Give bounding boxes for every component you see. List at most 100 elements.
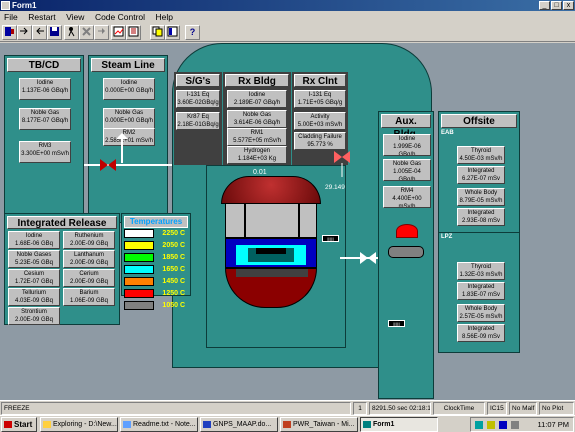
data-icon[interactable] <box>126 25 141 40</box>
back-icon[interactable] <box>32 25 47 40</box>
status-bar: FREEZE 1 8291.50 sec 02:18:11 ClockTime … <box>0 400 575 415</box>
temp-row: 1450 C <box>124 277 188 288</box>
aux-rm4-box: RM4 4.400E+00 mSv/h <box>383 186 431 208</box>
run-icon[interactable] <box>64 25 79 40</box>
close-button[interactable]: x <box>563 1 574 10</box>
temp-row: 1250 C <box>124 289 188 300</box>
notepad-icon <box>123 421 131 428</box>
aux-iodine-box: Iodine 1.999E-06 GBq/h <box>383 134 431 156</box>
temps-title: Temperatures <box>124 216 188 228</box>
app-icon[interactable] <box>1 1 10 10</box>
menu-bar: File Restart View Code Control Help <box>0 11 575 23</box>
offsite-panel: Offsite EAB Thyroid 4.50E-03 mSv/h Integr… <box>438 111 520 353</box>
release-iodine: Iodine 1.68E-06 GBq <box>8 231 60 249</box>
tbcd-noble-box: Noble Gas 8.177E-07 GBq/h <box>19 108 71 130</box>
status-clock: ClockTime <box>433 402 485 415</box>
lpz-label: LPZ <box>441 234 453 240</box>
alarm-light-icon <box>396 224 418 238</box>
steam-iodine-box: Iodine 0.000E+00 GBq/h <box>103 78 155 100</box>
folder-icon <box>43 421 51 428</box>
menu-file[interactable]: File <box>0 11 22 23</box>
task-readme[interactable]: Readme.txt - Note... <box>120 417 198 432</box>
steam-valve-icon[interactable] <box>100 159 116 171</box>
step-icon[interactable] <box>94 25 109 40</box>
aux-tank <box>388 246 424 258</box>
rx-clnt-title: Rx Clnt <box>294 74 346 87</box>
rx-bldg-panel: Rx Bldg Iodine 2.189E-07 GBq/h Noble Gas 3… <box>223 72 291 165</box>
offsite-title: Offsite <box>441 114 517 128</box>
status-state: FREEZE <box>1 402 351 415</box>
status-time: 8291.50 sec 02:18:11 <box>369 402 431 415</box>
reactor-upper-internals <box>225 203 317 239</box>
powerpoint-icon <box>283 421 291 428</box>
menu-code-control[interactable]: Code Control <box>91 11 149 23</box>
menu-help[interactable]: Help <box>152 11 177 23</box>
copy-icon[interactable] <box>150 25 165 40</box>
aux-title: Aux. Bldg. <box>381 114 431 140</box>
taskbar-clock[interactable]: 11:07 PM <box>537 418 569 431</box>
task-form1[interactable]: Form1 <box>360 417 438 432</box>
save-icon[interactable] <box>47 25 62 40</box>
task-gnps[interactable]: GNPS_MAAP.do... <box>200 417 278 432</box>
reactor-top-value: 0.01 <box>253 169 267 176</box>
volume-icon[interactable] <box>511 421 519 429</box>
containment-valve-icon[interactable] <box>330 149 370 179</box>
menu-view[interactable]: View <box>62 11 88 23</box>
toolbar: ? <box>0 23 575 42</box>
word-icon <box>203 421 211 428</box>
help-button[interactable]: ? <box>185 25 200 40</box>
temp-row: 2050 C <box>124 241 188 252</box>
task-pwr[interactable]: PWR_Taiwan - Mi... <box>280 417 358 432</box>
task-exploring[interactable]: Exploring - D:\New... <box>40 417 118 432</box>
stop-icon[interactable] <box>79 25 94 40</box>
release-barium: Barium 1.06E-09 GBq <box>63 288 115 306</box>
plant-canvas: TB/CD Iodine 1.137E-06 GBq/h Noble Gas 8.1… <box>0 43 575 400</box>
eab-thyroid-int-box: Integrated 6.27E-07 mSv <box>457 166 505 184</box>
clnt-cladding-box: Cladding Failure 95.773 % <box>294 132 346 150</box>
eab-thyroid-box: Thyroid 4.50E-03 mSv/h <box>457 146 505 164</box>
containment-gauge: |||||| <box>322 235 339 242</box>
door-icon[interactable] <box>2 25 17 40</box>
tray-icon[interactable] <box>487 421 495 429</box>
release-cerium: Cerium 2.00E-09 GBq <box>63 269 115 287</box>
release-ruthenium: Ruthenium 2.00E-09 GBq <box>63 231 115 249</box>
reactor-head <box>221 176 321 204</box>
release-lanthanum: Lanthanum 2.00E-09 GBq <box>63 250 115 268</box>
reactor-core <box>225 238 317 268</box>
list-icon[interactable] <box>165 25 180 40</box>
sg-panel: S/G's I-131 Eq 3.60E-02GBq/g Kr87 Eq 2.18E… <box>174 72 222 165</box>
release-cesium: Cesium 1.72E-07 GBq <box>8 269 60 287</box>
minimize-button[interactable]: _ <box>539 1 550 10</box>
temp-row: 1650 C <box>124 265 188 276</box>
aux-gauge: |||||| <box>388 320 405 327</box>
status-plot: No Plot <box>539 402 574 415</box>
eab-wb-box: Whole Body 8.79E-05 mSv/h <box>457 188 505 206</box>
steam-pipe <box>84 133 179 166</box>
sg-kr87-box: Kr87 Eq 2.18E-01GBq/g <box>176 112 220 130</box>
arrow-icon[interactable] <box>17 25 32 40</box>
aux-noble-box: Noble Gas 1.005E-04 GBq/h <box>383 159 431 181</box>
temp-row: 1050 C <box>124 301 188 312</box>
maximize-button[interactable]: □ <box>551 1 562 10</box>
chart-icon[interactable] <box>111 25 126 40</box>
eab-label: EAB <box>441 130 454 136</box>
taskbar: Start Exploring - D:\New... Readme.txt -… <box>0 415 575 432</box>
form-icon <box>363 421 371 428</box>
release-tellurium: Tellurium 4.03E-09 GBq <box>8 288 60 306</box>
window-title: Form1 <box>12 1 37 10</box>
menu-restart[interactable]: Restart <box>24 11 59 23</box>
window-titlebar[interactable]: Form1 <box>0 0 575 11</box>
lpz-thyroid-box: Thyroid 1.32E-03 mSv/h <box>457 262 505 280</box>
release-title: Integrated Release <box>7 216 117 229</box>
sg-i131-box: I-131 Eq 3.60E-02GBq/g <box>176 90 220 108</box>
start-button[interactable]: Start <box>1 417 37 432</box>
rx-hydrogen-box: Hydrogen 1.184E+03 Kg <box>227 146 287 164</box>
steam-line-title: Steam Line <box>91 58 165 72</box>
status-malf: No Malf <box>509 402 537 415</box>
release-noble: Noble Gases 5.23E-05 GBq <box>8 250 60 268</box>
eab-wb-int-box: Integrated 2.93E-08 mSv <box>457 208 505 226</box>
rx-noble-box: Noble Gas 3.614E-06 GBq/h <box>227 110 287 128</box>
tray-icon[interactable] <box>499 421 507 429</box>
tray-icon[interactable] <box>475 421 483 429</box>
steam-noble-box: Noble Gas 0.000E+00 GBq/h <box>103 108 155 130</box>
